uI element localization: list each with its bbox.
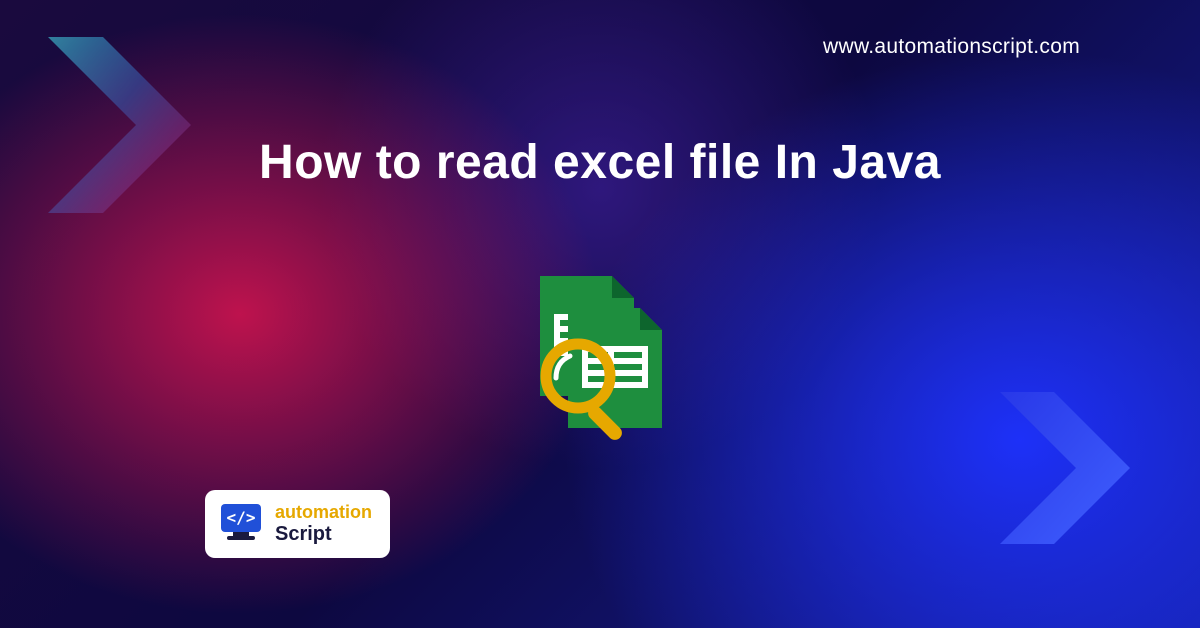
page-title: How to read excel file In Java <box>0 135 1200 190</box>
code-monitor-icon: </> <box>217 500 265 548</box>
svg-text:</>: </> <box>227 508 256 527</box>
logo-text: automation Script <box>275 503 372 545</box>
spreadsheet-search-icon <box>510 268 690 448</box>
website-url: www.automationscript.com <box>823 35 1080 59</box>
chevron-right-icon <box>970 368 1170 568</box>
chevron-right-icon <box>15 15 235 235</box>
logo-line2: Script <box>275 523 372 545</box>
logo-line1: automation <box>275 503 372 523</box>
brand-logo: </> automation Script <box>205 490 390 558</box>
